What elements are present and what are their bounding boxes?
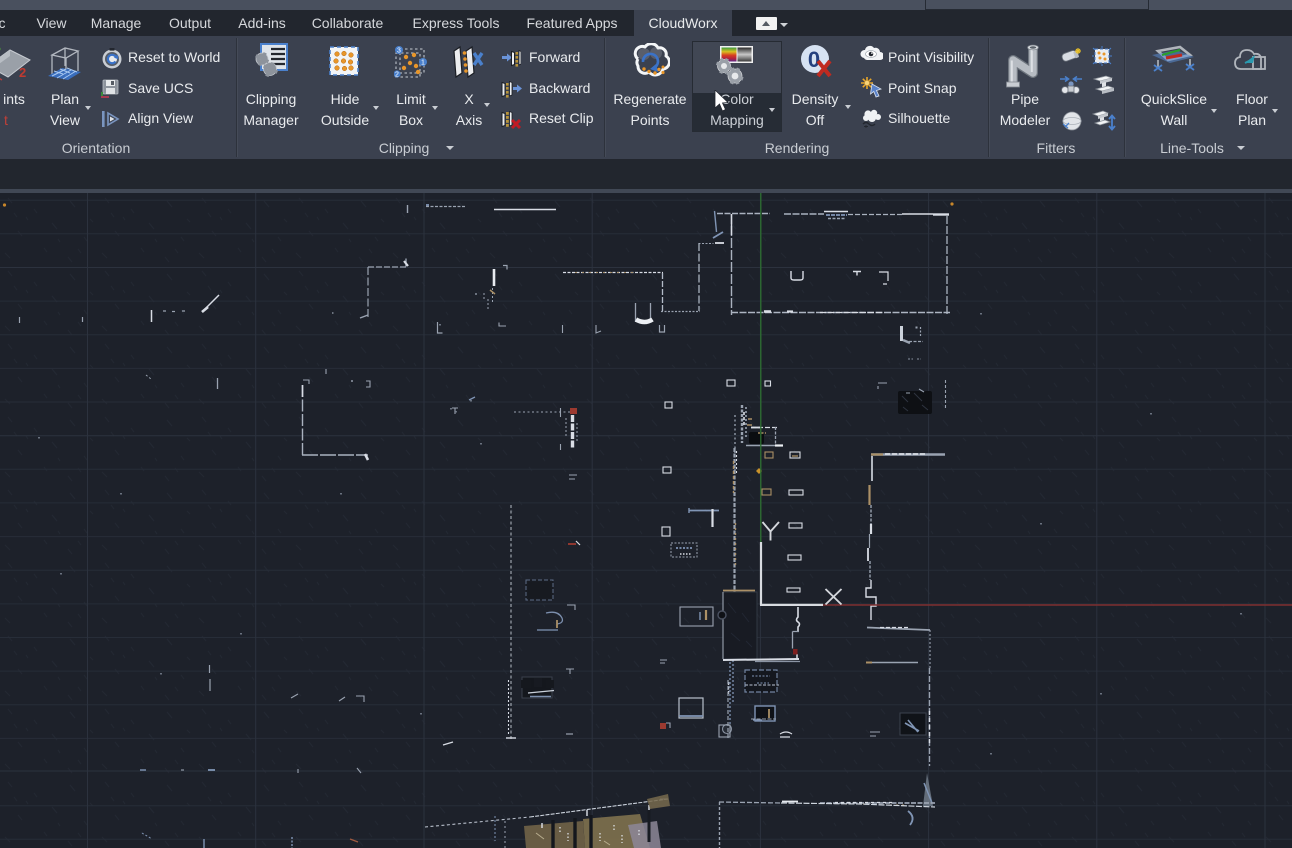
svg-text:1: 1 [421, 60, 425, 67]
svg-text:2: 2 [19, 65, 26, 80]
svg-text:2: 2 [395, 71, 399, 78]
svg-text:0: 0 [808, 47, 820, 72]
svg-text:3: 3 [397, 48, 401, 55]
